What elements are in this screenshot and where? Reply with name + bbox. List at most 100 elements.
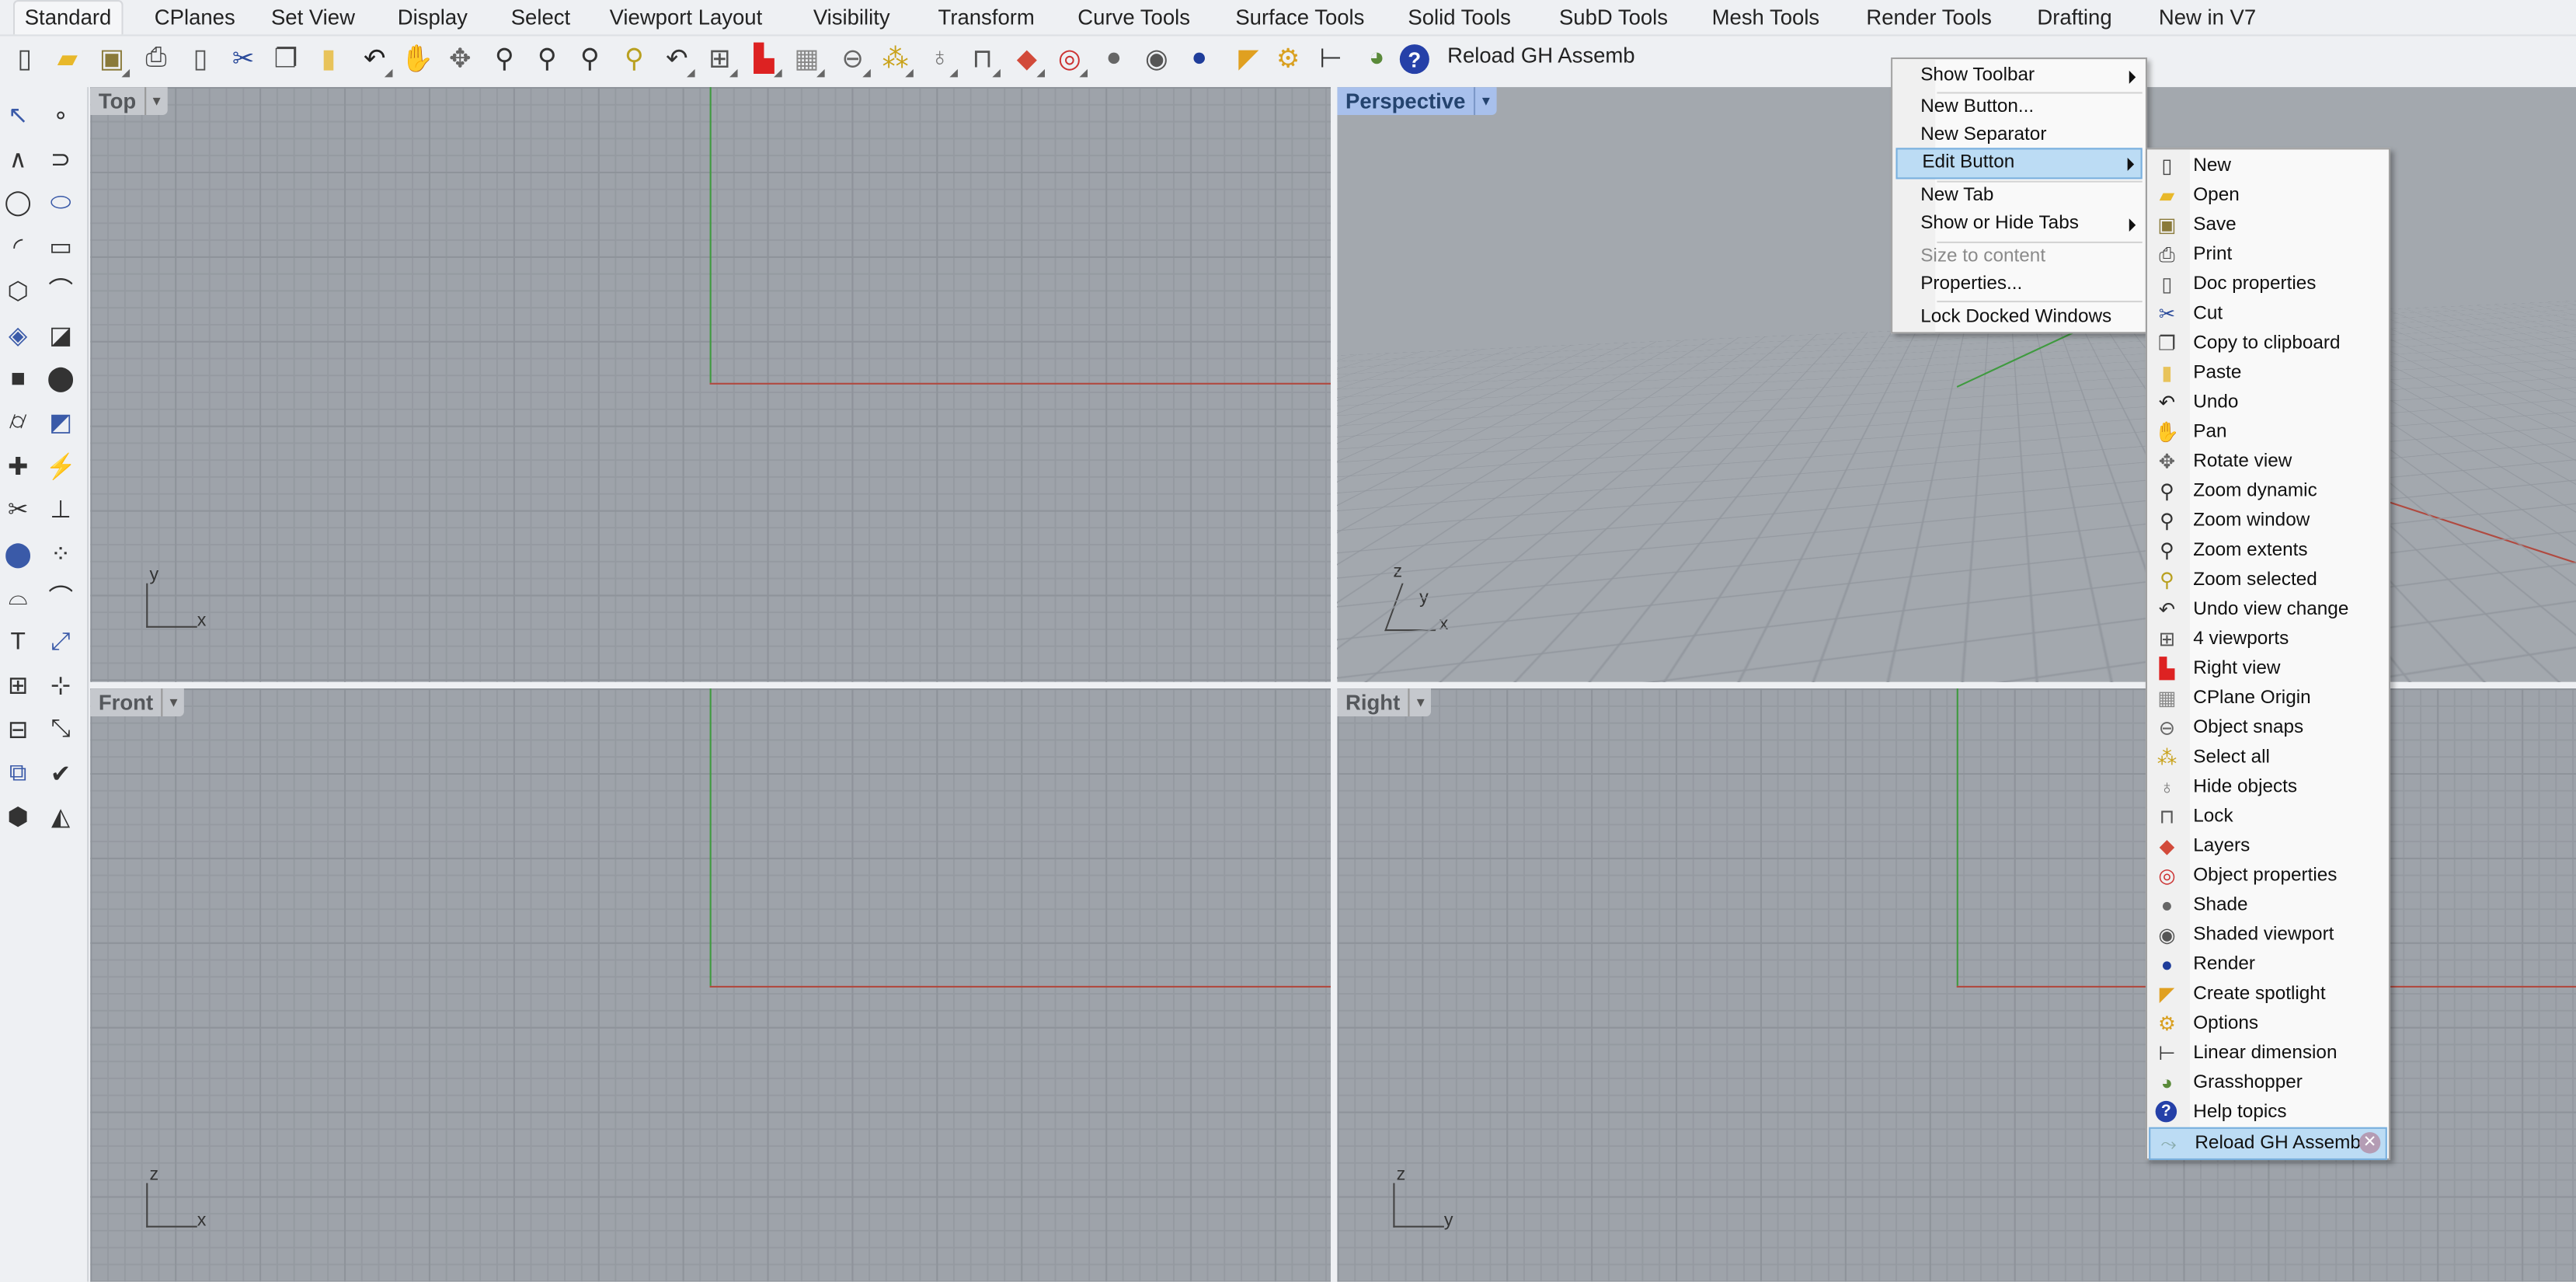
tab-standard[interactable]: Standard — [12, 0, 124, 35]
submenu-item[interactable]: ◉ Shaded viewport — [2149, 920, 2387, 949]
arc-icon[interactable]: ◜ — [0, 228, 37, 265]
box-icon[interactable]: ■ — [0, 361, 37, 397]
submenu-item[interactable]: ✂ Cut — [2149, 299, 2387, 329]
polygon-icon[interactable]: ⬡ — [0, 273, 37, 309]
submenu-item[interactable]: ♁ Hide objects — [2149, 772, 2387, 802]
tab-set-view[interactable]: Set View — [261, 2, 364, 34]
grasshopper-icon[interactable]: ◕ — [1359, 41, 1395, 78]
text-icon[interactable]: T — [0, 623, 37, 660]
tab-new-in-v7[interactable]: New in V7 — [2149, 2, 2266, 34]
mesh-icon[interactable]: ◩ — [43, 404, 79, 441]
split-icon[interactable]: ⊥ — [43, 492, 79, 528]
undo-view-change-icon[interactable]: ↶ — [659, 41, 695, 78]
hide-objects-icon[interactable]: ♁ — [921, 41, 958, 78]
submenu-item[interactable]: ▯ Doc properties — [2149, 270, 2387, 299]
menu-item-new-tab[interactable]: New Tab — [1895, 183, 2142, 211]
analyze-icon[interactable]: ⧉ — [0, 755, 37, 792]
blend-icon[interactable]: ⌒ — [43, 580, 79, 616]
object-snaps-icon[interactable]: ⊖ — [834, 41, 871, 78]
tab-cplanes[interactable]: CPlanes — [144, 2, 245, 34]
paste-icon[interactable]: ▮ — [311, 41, 347, 78]
viewport-label-top[interactable]: Top ▼ — [90, 87, 168, 116]
explode-icon[interactable]: ⚡ — [43, 448, 79, 484]
check-icon[interactable]: ✔ — [43, 755, 79, 792]
array-grid-icon[interactable]: ⊟ — [0, 711, 37, 747]
tab-mesh-tools[interactable]: Mesh Tools — [1702, 2, 1829, 34]
submenu-item[interactable]: ⚲ Zoom selected — [2149, 565, 2387, 594]
submenu-item[interactable]: ⊖ Object snaps — [2149, 713, 2387, 743]
layers-icon[interactable]: ◆ — [1008, 41, 1046, 78]
submenu-item[interactable]: ❐ Copy to clipboard — [2149, 329, 2387, 358]
zoom-window-icon[interactable]: ⚲ — [529, 41, 566, 78]
submenu-item[interactable]: ▮ Paste — [2149, 358, 2387, 388]
rotate-view-icon[interactable]: ✥ — [442, 41, 479, 78]
tab-solid-tools[interactable]: Solid Tools — [1398, 2, 1521, 34]
cut-icon[interactable]: ✂ — [225, 41, 262, 78]
submenu-item[interactable]: ⊞ 4 viewports — [2149, 625, 2387, 654]
save-icon[interactable]: ▣ — [94, 41, 131, 78]
submenu-item[interactable]: ⚲ Zoom window — [2149, 506, 2387, 535]
surface-icon[interactable]: ◈ — [0, 316, 37, 353]
shaded-viewport-icon[interactable]: ◉ — [1139, 41, 1175, 78]
chevron-down-icon[interactable]: ▼ — [144, 87, 168, 116]
menu-item-new-button[interactable]: New Button... — [1895, 94, 2142, 122]
help-topics-icon[interactable]: ? — [1399, 44, 1429, 75]
options-icon[interactable]: ⚙ — [1270, 41, 1307, 78]
trim-icon[interactable]: ✂ — [0, 492, 37, 528]
render-object-icon[interactable]: ⬢ — [0, 799, 37, 835]
fillet-icon[interactable]: ⌒ — [43, 273, 79, 309]
right-view-icon[interactable]: ▙ — [746, 41, 782, 78]
chevron-down-icon[interactable]: ▼ — [1408, 688, 1432, 717]
submenu-item[interactable]: ⊢ Linear dimension — [2149, 1039, 2387, 1068]
undo-icon[interactable]: ↶ — [357, 41, 393, 78]
submenu-item[interactable]: ⤳ Reload GH Assemb ✕ — [2149, 1127, 2387, 1161]
curve-from-object-icon[interactable]: ⌓ — [0, 580, 37, 616]
rectangle-icon[interactable]: ▭ — [43, 228, 79, 265]
linear-dimension-icon[interactable]: ⊢ — [1313, 41, 1349, 78]
points-icon[interactable]: ⁘ — [43, 535, 79, 572]
tab-render-tools[interactable]: Render Tools — [1857, 2, 2002, 34]
create-spotlight-icon[interactable]: ◤ — [1231, 41, 1267, 78]
submenu-item[interactable]: ● Shade — [2149, 890, 2387, 920]
tab-surface-tools[interactable]: Surface Tools — [1226, 2, 1374, 34]
viewport-label-right[interactable]: Right ▼ — [1337, 688, 1432, 717]
chevron-down-icon[interactable]: ▼ — [161, 688, 185, 717]
render-icon[interactable]: ● — [1182, 41, 1218, 78]
cylinder-icon[interactable]: ⌭ — [0, 404, 37, 441]
pan-icon[interactable]: ✋ — [399, 41, 436, 78]
viewport-front[interactable]: z x Front ▼ — [90, 688, 1331, 1282]
submenu-item[interactable]: ? Help topics — [2149, 1098, 2387, 1127]
lock-icon[interactable]: ⊓ — [964, 41, 1001, 78]
menu-item-lock-docked-windows[interactable]: Lock Docked Windows — [1895, 304, 2142, 332]
submenu-item[interactable]: ⁂ Select all — [2149, 743, 2387, 772]
menu-item-new-separator[interactable]: New Separator — [1895, 121, 2142, 149]
tab-curve-tools[interactable]: Curve Tools — [1068, 2, 1200, 34]
menu-item-show-or-hide-tabs[interactable]: Show or Hide Tabs — [1895, 211, 2142, 239]
submenu-item[interactable]: ▰ Open — [2149, 181, 2387, 211]
remove-icon[interactable]: ✕ — [2358, 1132, 2381, 1154]
submenu-item[interactable]: ◕ Grasshopper — [2149, 1068, 2387, 1098]
print-icon[interactable]: ⎙ — [138, 41, 175, 78]
submenu-item[interactable]: ↶ Undo view change — [2149, 595, 2387, 625]
zoom-extents-icon[interactable]: ⚲ — [572, 41, 608, 78]
new-icon[interactable]: ▯ — [6, 41, 43, 78]
tab-viewport-layout[interactable]: Viewport Layout — [600, 2, 772, 34]
submenu-item[interactable]: ▦ CPlane Origin — [2149, 684, 2387, 713]
menu-item-edit-button[interactable]: Edit Button — [1895, 148, 2143, 179]
chevron-down-icon[interactable]: ▼ — [1473, 87, 1497, 116]
extrude-icon[interactable]: ◪ — [43, 316, 79, 353]
transform-icon[interactable]: ⤢ — [43, 623, 79, 660]
submenu-item[interactable]: ▙ Right view — [2149, 654, 2387, 684]
viewport-top[interactable]: y x Top ▼ — [90, 87, 1331, 682]
submenu-item[interactable]: ✥ Rotate view — [2149, 447, 2387, 476]
polyline-icon[interactable]: ∧ — [0, 141, 37, 177]
submenu-item[interactable]: ▯ New — [2149, 152, 2387, 181]
select-all-icon[interactable]: ⁂ — [877, 41, 914, 78]
tab-display[interactable]: Display — [388, 2, 478, 34]
align-icon[interactable]: ⤡ — [43, 711, 79, 747]
circle-icon[interactable]: ◯ — [0, 185, 37, 221]
submenu-item[interactable]: ⎙ Print — [2149, 240, 2387, 270]
zoom-dynamic-icon[interactable]: ⚲ — [486, 41, 523, 78]
tab-drafting[interactable]: Drafting — [2028, 2, 2122, 34]
menu-item-show-toolbar[interactable]: Show Toolbar — [1895, 62, 2142, 90]
